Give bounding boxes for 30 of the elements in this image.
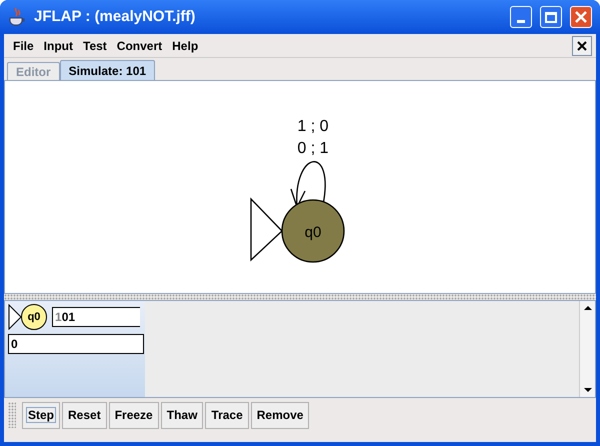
toolbar-button[interactable]: Trace <box>205 402 249 428</box>
transition-label: 0 ; 1 <box>297 140 329 157</box>
close-tab-button[interactable] <box>572 36 592 56</box>
menu-item[interactable]: File <box>8 36 39 54</box>
toolbar-button[interactable]: Freeze <box>108 402 159 428</box>
window-title: JFLAP : (mealyNOT.jff) <box>34 6 196 27</box>
configuration-panel[interactable]: q0 101 0 <box>5 301 145 397</box>
close-icon <box>577 40 587 50</box>
transition-label: 1 ; 0 <box>297 118 329 135</box>
start-triangle-icon <box>8 304 22 330</box>
maximize-button[interactable] <box>540 6 562 28</box>
toolbar-button[interactable]: Remove <box>250 402 310 428</box>
minimize-button[interactable] <box>510 6 532 28</box>
menu-item[interactable]: Convert <box>112 36 168 54</box>
output-tape: 0 <box>8 334 144 354</box>
tab[interactable]: Simulate: 101 <box>60 60 156 80</box>
scrollbar[interactable] <box>579 301 595 397</box>
menu-item[interactable]: Test <box>78 36 112 54</box>
toolbar-button[interactable]: Thaw <box>160 402 204 428</box>
close-button[interactable] <box>570 6 592 28</box>
toolbar-button[interactable]: Step <box>22 402 60 428</box>
toolbar-button[interactable]: Reset <box>62 402 107 428</box>
state-label: q0 <box>304 224 322 241</box>
input-tape: 101 <box>52 307 140 327</box>
menu-item[interactable]: Help <box>167 36 204 54</box>
state-node[interactable] <box>281 199 345 263</box>
menu-item[interactable]: Input <box>38 36 78 54</box>
toolbar-grip[interactable] <box>8 402 16 428</box>
coffee-cup-icon <box>8 7 26 27</box>
close-icon <box>575 11 587 23</box>
